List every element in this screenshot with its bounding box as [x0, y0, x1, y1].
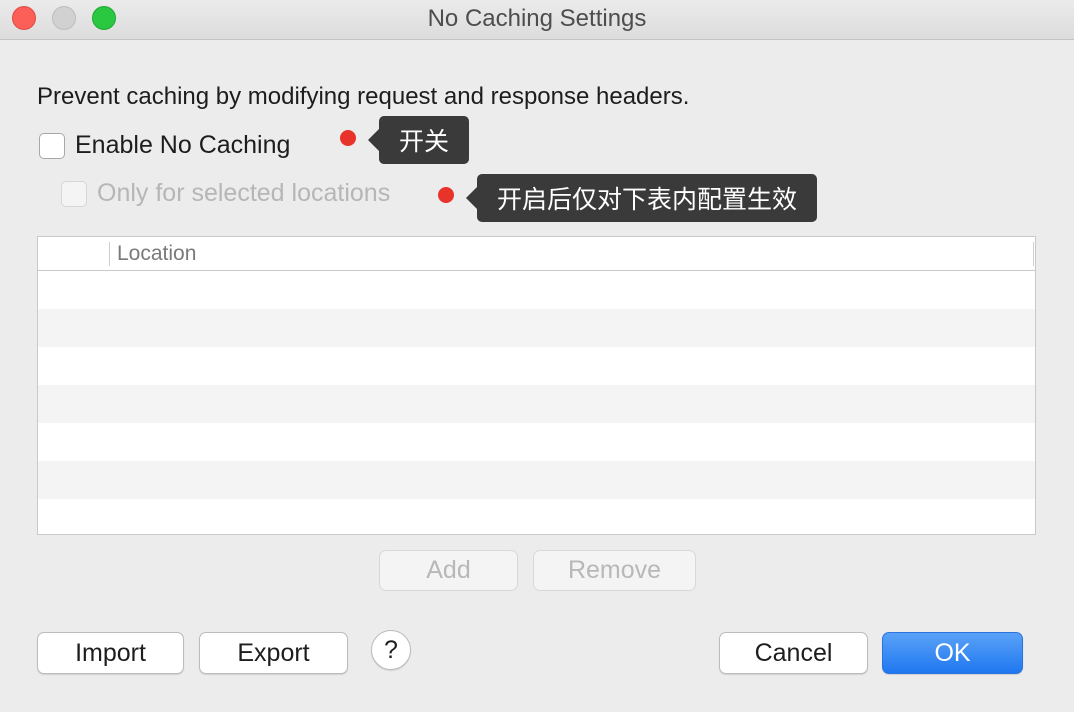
selected-locations-row: Only for selected locations: [61, 179, 390, 208]
table-row[interactable]: [38, 423, 1035, 461]
import-button[interactable]: Import: [37, 632, 184, 674]
column-separator[interactable]: [1033, 242, 1034, 266]
annotation-tooltip-locations: 开启后仅对下表内配置生效: [465, 174, 818, 222]
table-row[interactable]: [38, 385, 1035, 423]
annotation-tooltip-enable: 开关: [367, 116, 470, 164]
table-row[interactable]: [38, 499, 1035, 534]
table-row[interactable]: [38, 271, 1035, 309]
column-header-location[interactable]: Location: [117, 242, 196, 266]
export-button[interactable]: Export: [199, 632, 348, 674]
enable-no-caching-label[interactable]: Enable No Caching: [75, 131, 290, 160]
selected-locations-checkbox[interactable]: [61, 180, 87, 207]
table-header: Location: [38, 237, 1035, 271]
annotation-dot-locations: [438, 187, 454, 203]
description-text: Prevent caching by modifying request and…: [37, 83, 690, 110]
cancel-button[interactable]: Cancel: [719, 632, 868, 674]
ok-button[interactable]: OK: [882, 632, 1023, 674]
help-button[interactable]: ?: [371, 630, 411, 670]
table-row[interactable]: [38, 461, 1035, 499]
add-button[interactable]: Add: [379, 550, 518, 591]
enable-no-caching-checkbox[interactable]: [39, 132, 65, 159]
locations-table[interactable]: Location: [37, 236, 1036, 535]
column-separator[interactable]: [109, 242, 110, 266]
remove-button[interactable]: Remove: [533, 550, 696, 591]
table-row[interactable]: [38, 309, 1035, 347]
table-row[interactable]: [38, 347, 1035, 385]
window-title: No Caching Settings: [427, 5, 647, 32]
selected-locations-label: Only for selected locations: [97, 179, 391, 207]
annotation-dot-enable: [340, 130, 356, 146]
enable-no-caching-row[interactable]: Enable No Caching: [39, 131, 290, 160]
title-bar: No Caching Settings: [0, 0, 1074, 40]
